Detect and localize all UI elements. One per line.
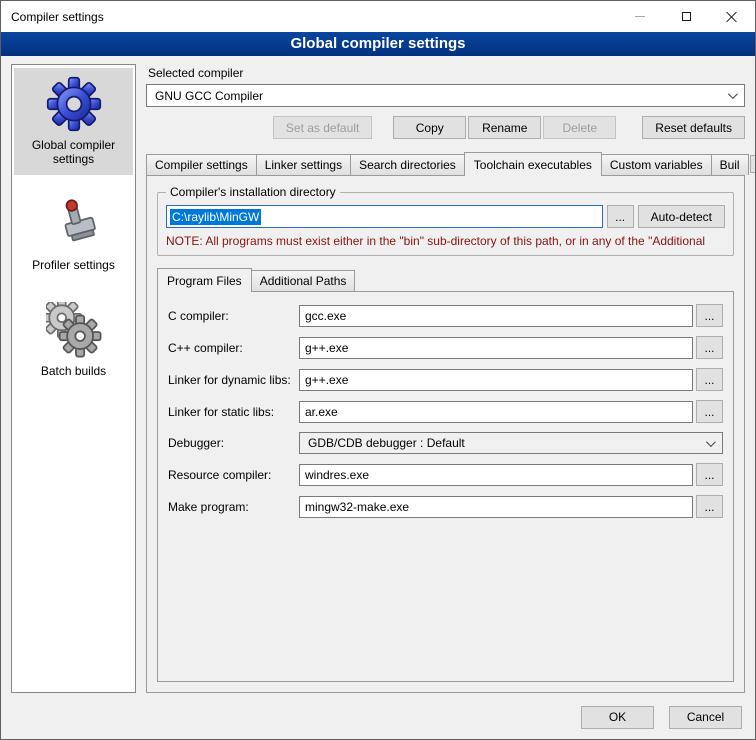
maximize-icon: [682, 12, 691, 21]
tab-linker-settings[interactable]: Linker settings: [256, 154, 351, 175]
browse-button[interactable]: ...: [696, 400, 723, 423]
selected-compiler-label: Selected compiler: [148, 66, 745, 80]
field-row: Linker for static libs: ...: [168, 400, 723, 423]
field-label: Make program:: [168, 500, 299, 514]
tab-search-directories[interactable]: Search directories: [350, 154, 465, 175]
sidebar-item-profiler-settings[interactable]: Profiler settings: [14, 188, 133, 281]
tab-scroll-left-button[interactable]: [750, 155, 756, 173]
sidebar-item-label: Batch builds: [41, 364, 106, 378]
debugger-value: GDB/CDB debugger : Default: [308, 436, 706, 450]
tab-custom-variables[interactable]: Custom variables: [601, 154, 712, 175]
installation-directory-row: C:\raylib\MinGW ... Auto-detect: [166, 205, 725, 228]
copy-button[interactable]: Copy: [393, 116, 466, 139]
field-label: C compiler:: [168, 309, 299, 323]
field-row: Linker for dynamic libs: ...: [168, 368, 723, 391]
minimize-button: [617, 1, 663, 32]
selected-compiler-value: GNU GCC Compiler: [155, 89, 728, 103]
sidebar-item-label: Profiler settings: [32, 258, 115, 272]
window-title: Compiler settings: [11, 10, 104, 24]
dialog-banner: Global compiler settings: [1, 32, 755, 56]
toolchain-executables-panel: Compiler's installation directory C:\ray…: [146, 175, 745, 693]
subtab-additional-paths[interactable]: Additional Paths: [251, 270, 356, 291]
ok-button[interactable]: OK: [581, 706, 654, 729]
field-row: Debugger: GDB/CDB debugger : Default: [168, 432, 723, 454]
browse-button[interactable]: ...: [696, 368, 723, 391]
dynamic-libs-linker-input[interactable]: [299, 369, 693, 391]
browse-button[interactable]: ...: [696, 495, 723, 518]
tab-compiler-settings[interactable]: Compiler settings: [146, 154, 257, 175]
chevron-down-icon: [706, 437, 716, 447]
debugger-select[interactable]: GDB/CDB debugger : Default: [299, 432, 723, 454]
installation-directory-selected-text: C:\raylib\MinGW: [170, 209, 261, 225]
set-as-default-button: Set as default: [273, 116, 372, 139]
dialog-body: Global compiler settings Profiler settin…: [1, 56, 755, 701]
reset-defaults-button[interactable]: Reset defaults: [642, 116, 745, 139]
installation-directory-group-label: Compiler's installation directory: [166, 185, 340, 199]
tab-toolchain-executables[interactable]: Toolchain executables: [464, 152, 602, 176]
settings-sidebar: Global compiler settings Profiler settin…: [11, 64, 136, 693]
chevron-down-icon: [728, 89, 738, 99]
field-label: Resource compiler:: [168, 468, 299, 482]
tab-scroll-buttons: [748, 155, 756, 175]
static-libs-linker-input[interactable]: [299, 401, 693, 423]
tab-build[interactable]: Buil: [711, 154, 749, 175]
sidebar-item-batch-builds[interactable]: Batch builds: [14, 294, 133, 387]
field-row: C++ compiler: ...: [168, 336, 723, 359]
sidebar-item-label: Global compiler settings: [17, 138, 130, 166]
close-button[interactable]: [709, 1, 755, 32]
titlebar: Compiler settings: [1, 1, 755, 32]
maximize-button[interactable]: [663, 1, 709, 32]
caption-buttons: [617, 1, 755, 32]
subtab-program-files[interactable]: Program Files: [157, 268, 252, 292]
browse-button[interactable]: ...: [696, 463, 723, 486]
field-label: Linker for static libs:: [168, 405, 299, 419]
browse-button[interactable]: ...: [607, 205, 634, 228]
field-label: Linker for dynamic libs:: [168, 373, 299, 387]
batch-gears-icon: [46, 302, 102, 358]
program-files-tabstrip: Program Files Additional Paths: [157, 268, 734, 291]
cancel-button[interactable]: Cancel: [669, 706, 742, 729]
make-program-input[interactable]: [299, 496, 693, 518]
main-panel: Selected compiler GNU GCC Compiler Set a…: [146, 64, 745, 693]
rename-button[interactable]: Rename: [468, 116, 541, 139]
selected-compiler-select[interactable]: GNU GCC Compiler: [146, 84, 745, 107]
sidebar-item-global-compiler-settings[interactable]: Global compiler settings: [14, 68, 133, 175]
bin-subdirectory-note: NOTE: All programs must exist either in …: [166, 234, 725, 248]
c-compiler-input[interactable]: [299, 305, 693, 327]
cpp-compiler-input[interactable]: [299, 337, 693, 359]
profiler-tool-icon: [46, 196, 102, 252]
settings-tabstrip: Compiler settings Linker settings Search…: [146, 152, 745, 175]
delete-button: Delete: [543, 116, 616, 139]
field-label: C++ compiler:: [168, 341, 299, 355]
blue-gear-icon: [46, 76, 102, 132]
field-row: Make program: ...: [168, 495, 723, 518]
close-icon: [726, 11, 738, 23]
installation-directory-group: Compiler's installation directory C:\ray…: [157, 192, 734, 256]
compiler-actions-row: Set as default Copy Rename Delete Reset …: [146, 116, 745, 139]
program-files-panel: C compiler: ... C++ compiler: ... Linker…: [157, 291, 734, 682]
field-row: Resource compiler: ...: [168, 463, 723, 486]
minimize-icon: [635, 16, 645, 17]
compiler-settings-window: Compiler settings Global compiler settin…: [0, 0, 756, 740]
field-label: Debugger:: [168, 436, 299, 450]
field-row: C compiler: ...: [168, 304, 723, 327]
browse-button[interactable]: ...: [696, 304, 723, 327]
browse-button[interactable]: ...: [696, 336, 723, 359]
installation-directory-input[interactable]: C:\raylib\MinGW: [166, 205, 603, 228]
dialog-footer: OK Cancel: [1, 701, 755, 739]
resource-compiler-input[interactable]: [299, 464, 693, 486]
auto-detect-button[interactable]: Auto-detect: [638, 205, 725, 228]
